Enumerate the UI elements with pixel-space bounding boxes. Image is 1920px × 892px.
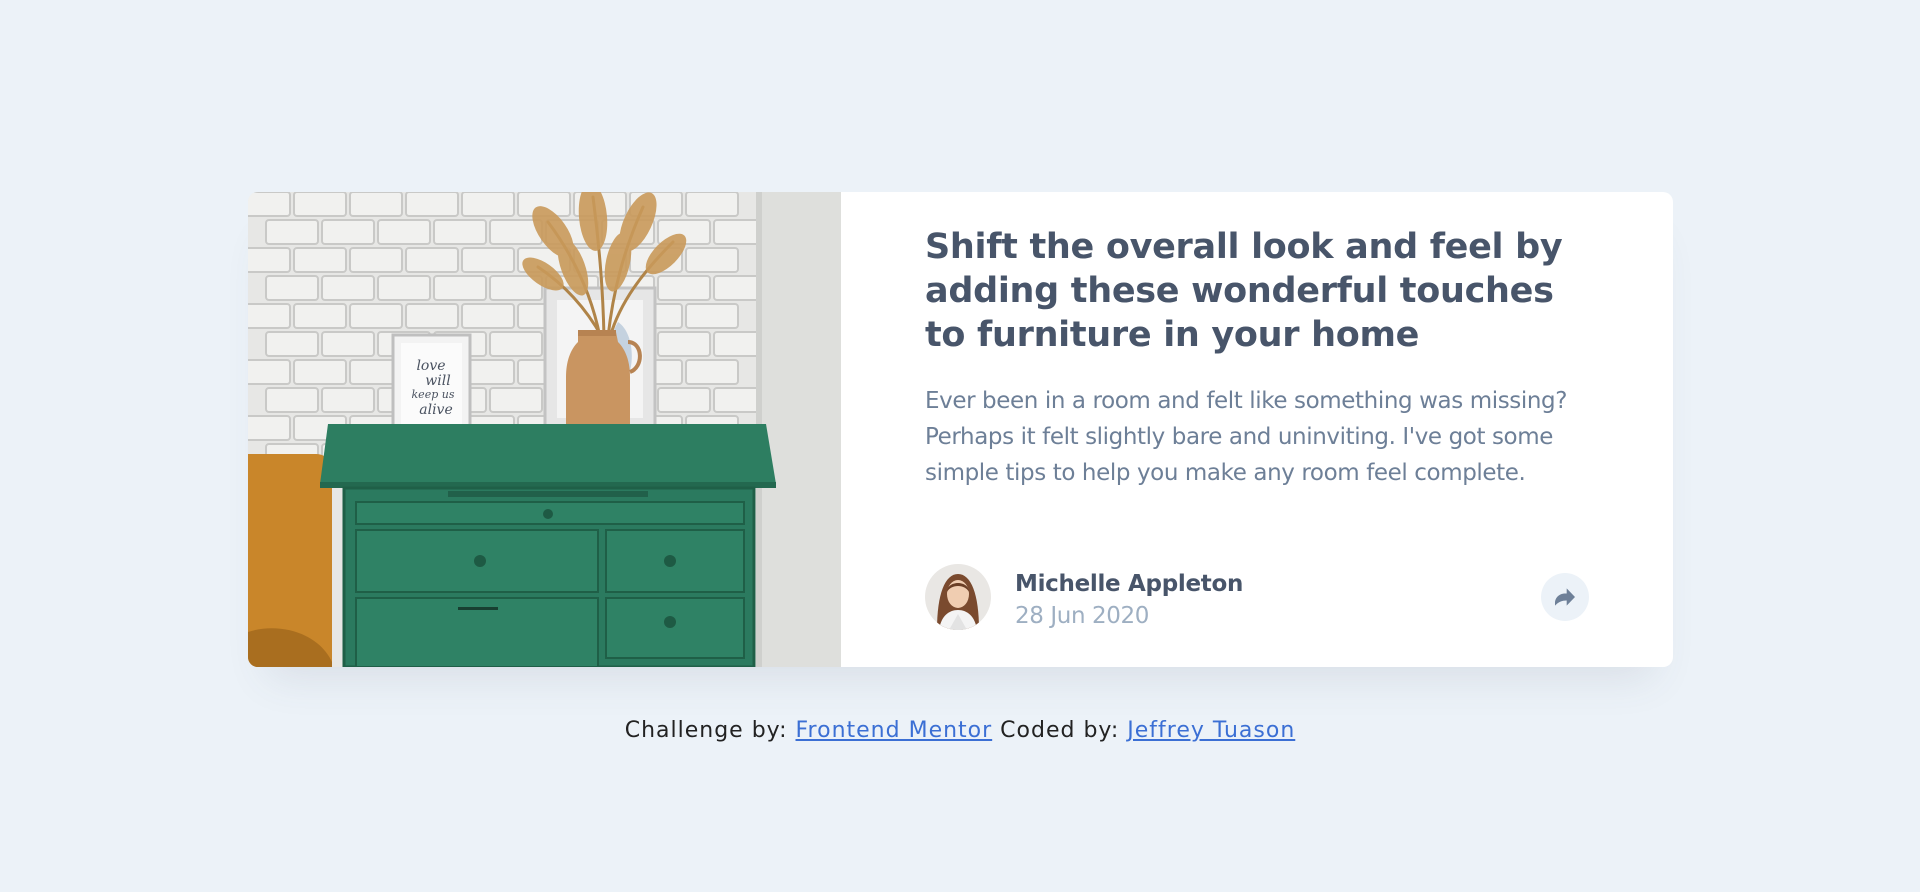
publish-date: 28 Jun 2020 — [1015, 603, 1149, 629]
article-title: Shift the overall look and feel by addin… — [925, 227, 1563, 355]
frame-text-3: keep us — [412, 388, 455, 401]
challenge-label: Challenge by: — [624, 718, 788, 743]
author-link[interactable]: Jeffrey Tuason — [1127, 718, 1295, 743]
author-row: Michelle Appleton 28 Jun 2020 — [925, 564, 1592, 630]
author-avatar — [925, 564, 991, 630]
article-card: love will keep us alive Shift the overal… — [248, 192, 1673, 667]
frame-text-4: alive — [419, 402, 453, 418]
coded-label: Coded by: — [1000, 718, 1120, 743]
article-content: Shift the overall look and feel by addin… — [925, 192, 1625, 667]
article-description: Ever been in a room and felt like someth… — [925, 388, 1568, 486]
frame-text-1: love — [416, 358, 445, 374]
attribution: Challenge by: Frontend Mentor Coded by: … — [0, 716, 1920, 746]
drawers-photo: love will keep us alive — [248, 192, 841, 667]
frame-text-2: will — [425, 373, 450, 389]
share-button[interactable] — [1541, 573, 1589, 621]
frontend-mentor-link[interactable]: Frontend Mentor — [796, 718, 993, 743]
share-arrow-icon — [1555, 588, 1575, 606]
author-name: Michelle Appleton — [1015, 571, 1244, 597]
